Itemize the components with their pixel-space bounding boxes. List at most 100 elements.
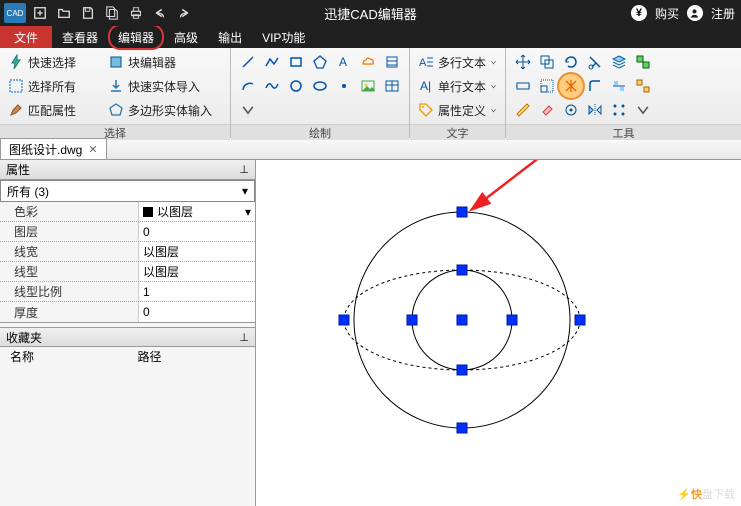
table-tool[interactable] [381, 75, 403, 97]
open-file-button[interactable] [54, 3, 74, 23]
layer-tool[interactable] [608, 51, 630, 73]
selection-dropdown[interactable]: 所有 (3) ▾ [0, 180, 255, 202]
draw-more-button[interactable] [237, 99, 259, 121]
prop-row-color: 色彩 以图层▾ [0, 202, 255, 222]
ungroup-tool[interactable] [632, 75, 654, 97]
array-tool[interactable] [608, 99, 630, 121]
spline-tool[interactable] [261, 75, 283, 97]
svg-text:A: A [339, 55, 347, 69]
prop-value-ltscale[interactable]: 1 [138, 282, 255, 301]
properties-tool[interactable] [560, 99, 582, 121]
block-icon [108, 54, 124, 70]
ribbon-group-tools: 工具 [506, 48, 741, 137]
erase-tool[interactable] [536, 99, 558, 121]
prop-row-thickness: 厚度 0 [0, 302, 255, 322]
insert-image-tool[interactable] [357, 75, 379, 97]
prop-row-lineweight: 线宽 以图层 [0, 242, 255, 262]
fav-col-path: 路径 [128, 347, 256, 366]
match-props-button[interactable]: 匹配属性 [6, 99, 106, 121]
quick-import-button[interactable]: 快速实体导入 [106, 75, 224, 97]
polygon-tool[interactable] [309, 51, 331, 73]
color-swatch-icon [143, 207, 153, 217]
save-button[interactable] [78, 3, 98, 23]
mtext-button[interactable]: A多行文本 [416, 51, 499, 73]
ribbon: 快速选择 选择所有 匹配属性 块编辑器 快速实体导入 多边形实体输入 选择 A [0, 48, 741, 138]
group-tool[interactable] [632, 51, 654, 73]
menu-output[interactable]: 输出 [208, 26, 252, 48]
buy-link[interactable]: 购买 [655, 5, 679, 22]
measure-tool[interactable] [512, 99, 534, 121]
block-editor-button[interactable]: 块编辑器 [106, 51, 224, 73]
new-file-button[interactable] [30, 3, 50, 23]
polyline-tool[interactable] [261, 51, 283, 73]
chevron-down-icon: ▾ [245, 205, 251, 219]
chevron-down-icon: ▾ [242, 184, 248, 198]
point-tool[interactable] [333, 75, 355, 97]
save-all-button[interactable] [102, 3, 122, 23]
favorites-header: 收藏夹 ⊥ [0, 327, 255, 347]
drawing-canvas[interactable] [256, 160, 741, 506]
quick-select-button[interactable]: 快速选择 [6, 51, 106, 73]
ribbon-label-text: 文字 [410, 124, 505, 140]
menu-advanced[interactable]: 高级 [164, 26, 208, 48]
menu-editor[interactable]: 编辑器 [108, 24, 164, 50]
menu-vip[interactable]: VIP功能 [252, 26, 315, 48]
ribbon-group-select: 快速选择 选择所有 匹配属性 块编辑器 快速实体导入 多边形实体输入 选择 [0, 48, 231, 137]
svg-text:A: A [419, 57, 427, 69]
arc-tool[interactable] [237, 75, 259, 97]
prop-value-thickness[interactable]: 0 [138, 302, 255, 322]
prop-value-layer[interactable]: 0 [138, 222, 255, 241]
polygon-import-icon [108, 102, 124, 118]
canvas-drawing [256, 160, 741, 506]
tools-more-button[interactable] [632, 99, 654, 121]
register-link[interactable]: 注册 [711, 5, 735, 22]
prop-row-linetype: 线型 以图层 [0, 262, 255, 282]
menu-file[interactable]: 文件 [0, 26, 52, 48]
copy-tool[interactable] [536, 51, 558, 73]
ribbon-label-tools: 工具 [506, 124, 741, 140]
properties-table: 色彩 以图层▾ 图层 0 线宽 以图层 线型 以图层 线型比例 1 厚度 0 [0, 202, 255, 323]
print-button[interactable] [126, 3, 146, 23]
ribbon-group-draw: A 绘制 [231, 48, 410, 137]
draw-tools-grid: A [237, 51, 403, 121]
explode-tool[interactable] [557, 72, 585, 100]
scale-tool[interactable] [536, 75, 558, 97]
app-title: 迅捷CAD编辑器 [324, 4, 416, 23]
redo-button[interactable] [174, 3, 194, 23]
menu-viewer[interactable]: 查看器 [52, 26, 108, 48]
brush-icon [8, 102, 24, 118]
ellipse-tool[interactable] [309, 75, 331, 97]
text-tool[interactable]: A [333, 51, 355, 73]
tools-grid [512, 51, 654, 121]
align-tool[interactable] [608, 75, 630, 97]
stext-button[interactable]: A|单行文本 [416, 75, 499, 97]
polygon-import-button[interactable]: 多边形实体输入 [106, 99, 224, 121]
line-tool[interactable] [237, 51, 259, 73]
titlebar: CAD 迅捷CAD编辑器 ¥ 购买 注册 [0, 0, 741, 26]
fillet-tool[interactable] [584, 75, 606, 97]
prop-value-color[interactable]: 以图层▾ [138, 202, 255, 221]
select-all-button[interactable]: 选择所有 [6, 75, 106, 97]
circle-tool[interactable] [285, 75, 307, 97]
pin-icon[interactable]: ⊥ [239, 163, 249, 176]
svg-text:A|: A| [420, 79, 431, 93]
main-area: 属性 ⊥ 所有 (3) ▾ 色彩 以图层▾ 图层 0 线宽 以图层 线型 以图层 [0, 160, 741, 506]
prop-row-layer: 图层 0 [0, 222, 255, 242]
close-tab-icon[interactable]: ✕ [88, 143, 97, 156]
rectangle-tool[interactable] [285, 51, 307, 73]
hatch-tool[interactable] [381, 51, 403, 73]
stretch-tool[interactable] [512, 75, 534, 97]
select-all-icon [8, 78, 24, 94]
trim-tool[interactable] [584, 51, 606, 73]
cloud-tool[interactable] [357, 51, 379, 73]
rotate-tool[interactable] [560, 51, 582, 73]
file-tab[interactable]: 图纸设计.dwg ✕ [0, 138, 107, 159]
prop-value-lineweight[interactable]: 以图层 [138, 242, 255, 261]
attrdef-button[interactable]: 属性定义 [416, 99, 499, 121]
prop-value-linetype[interactable]: 以图层 [138, 262, 255, 281]
pin-icon[interactable]: ⊥ [239, 331, 249, 344]
file-tab-label: 图纸设计.dwg [9, 141, 82, 158]
move-tool[interactable] [512, 51, 534, 73]
mirror-tool[interactable] [584, 99, 606, 121]
undo-button[interactable] [150, 3, 170, 23]
